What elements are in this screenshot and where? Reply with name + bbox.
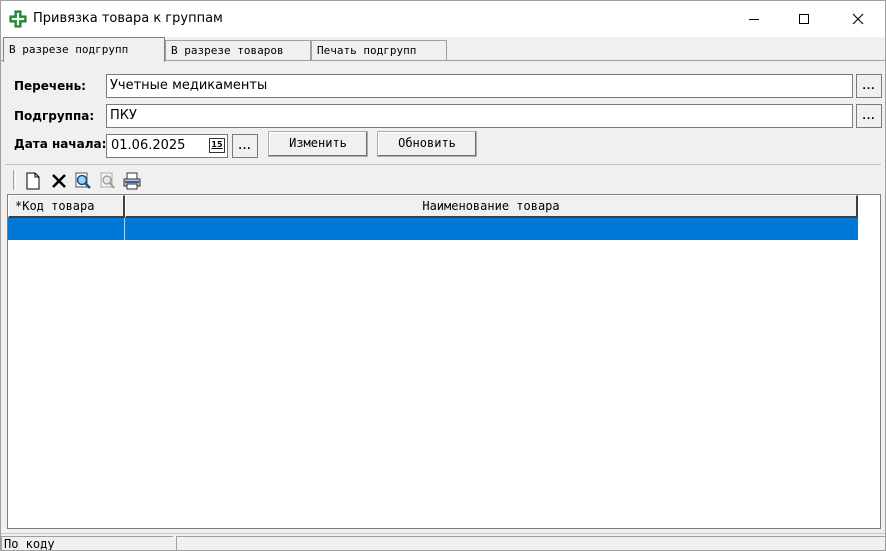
form-separator [5,164,881,165]
change-button[interactable]: Изменить [268,131,368,157]
subgroup-field[interactable]: ПКУ [106,104,853,128]
date-select-button[interactable]: ... [232,134,258,158]
close-icon [852,13,864,25]
tab-print-subgroups[interactable]: Печать подгрупп [311,40,447,61]
grid-header: *Код товара Наименование товара [8,195,858,218]
title-bar[interactable]: Привязка товара к группам [1,1,885,37]
status-bar: По коду [1,533,885,550]
subgroup-label: Подгруппа: [14,109,95,123]
find-next-icon[interactable] [97,171,117,191]
table-row[interactable] [8,218,858,240]
column-header-code[interactable]: *Код товара [8,195,125,218]
column-header-name[interactable]: Наименование товара [125,195,858,218]
maximize-icon [799,14,809,24]
list-label: Перечень: [14,79,86,93]
grid-toolbar [9,168,149,192]
calendar-icon[interactable]: 15 [209,138,225,153]
window-title: Привязка товара к группам [33,11,223,26]
date-value: 01.06.2025 [111,138,186,153]
tab-by-subgroups[interactable]: В разрезе подгрупп [3,37,165,62]
subgroup-select-button[interactable]: ... [856,104,882,128]
maximize-button[interactable] [781,1,827,37]
date-field[interactable]: 01.06.2025 15 [106,134,228,158]
minimize-icon [749,19,759,20]
close-button[interactable] [835,1,881,37]
minimize-button[interactable] [731,1,777,37]
row-cell-divider [124,218,125,240]
green-cross-icon [9,10,27,28]
status-mode: По коду [1,536,173,550]
delete-icon[interactable] [49,171,69,191]
main-window: Привязка товара к группам В разрезе подг… [0,0,886,551]
list-select-button[interactable]: ... [856,74,882,98]
products-grid[interactable]: *Код товара Наименование товара [7,194,881,529]
print-icon[interactable] [122,171,142,191]
tab-by-products[interactable]: В разрезе товаров [165,40,311,61]
list-field[interactable]: Учетные медикаменты [106,74,853,98]
find-icon[interactable] [73,171,93,191]
date-label: Дата начала: [14,137,107,151]
tab-strip: В разрезе подгрупп В разрезе товаров Печ… [1,37,885,62]
new-document-icon[interactable] [23,171,43,191]
refresh-button[interactable]: Обновить [377,131,477,157]
status-info [176,536,885,550]
toolbar-grip[interactable] [13,170,16,190]
